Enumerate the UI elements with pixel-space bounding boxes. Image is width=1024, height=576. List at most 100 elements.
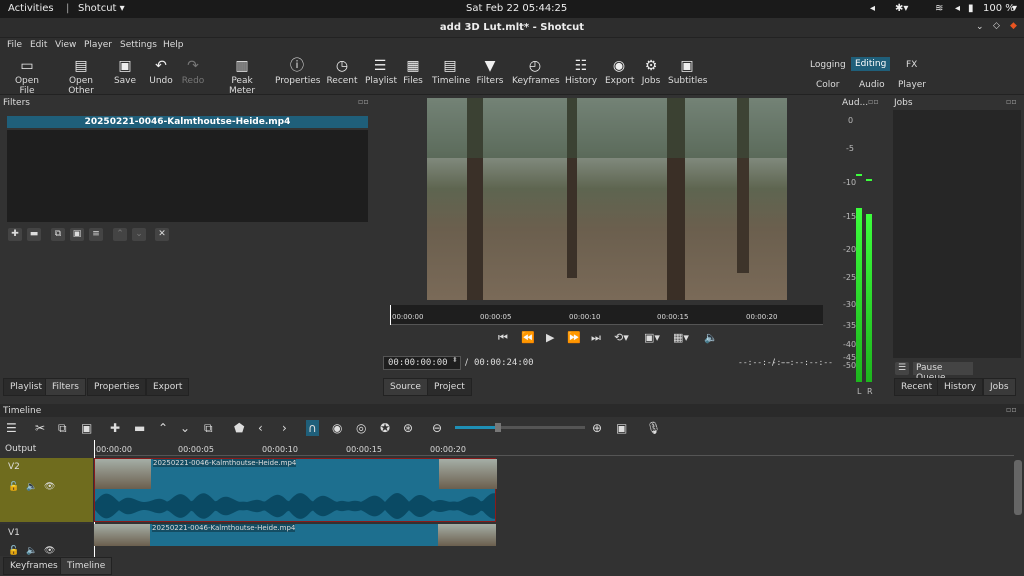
- tab-filters[interactable]: Filters: [45, 378, 86, 396]
- player-scrubber[interactable]: 00:00:00 00:00:05 00:00:10 00:00:15 00:0…: [390, 305, 823, 325]
- tab-playlist[interactable]: Playlist: [3, 378, 49, 396]
- tab-recent[interactable]: Recent: [894, 378, 940, 396]
- redo-button[interactable]: ↷ Redo: [180, 56, 206, 86]
- workspace-logging[interactable]: Logging: [806, 58, 850, 72]
- accessibility-icon[interactable]: ✱▾: [895, 3, 908, 14]
- deselect-filter-button[interactable]: ✕: [155, 228, 169, 241]
- tab-source[interactable]: Source: [383, 378, 428, 396]
- copy-icon[interactable]: ⧉: [58, 420, 67, 436]
- lock-icon[interactable]: 🔓: [8, 546, 19, 556]
- timeline-float-close-icon[interactable]: ▫▫: [1006, 405, 1017, 414]
- tab-project[interactable]: Project: [427, 378, 472, 396]
- menu-edit[interactable]: Edit: [30, 40, 47, 50]
- ripple-icon[interactable]: ◎: [356, 420, 366, 436]
- volume-button[interactable]: 🔈: [704, 331, 718, 344]
- position-spinner-icon[interactable]: ⬍: [452, 356, 458, 364]
- jobs-panel-float-close-icon[interactable]: ▫▫: [1006, 97, 1017, 106]
- battery-icon[interactable]: ▮: [968, 3, 974, 14]
- tab-properties[interactable]: Properties: [87, 378, 147, 396]
- volume-icon[interactable]: ◂: [870, 3, 875, 14]
- remove-filter-button[interactable]: ▬: [27, 228, 41, 241]
- clock[interactable]: Sat Feb 22 05:44:25: [466, 3, 567, 14]
- jobs-button[interactable]: ⚙ Jobs: [640, 56, 662, 86]
- workspace-editing[interactable]: Editing: [851, 57, 891, 71]
- audio-panel-float-close-icon[interactable]: ▫▫: [868, 97, 879, 106]
- eye-icon[interactable]: 👁: [44, 482, 55, 492]
- zoom-out-icon[interactable]: ⊖: [432, 420, 442, 436]
- track-header-v2[interactable]: V2 🔓 🔈 👁: [0, 458, 93, 522]
- workspace-color[interactable]: Color: [812, 78, 844, 92]
- mute-icon[interactable]: 🔈: [26, 482, 37, 492]
- open-other-button[interactable]: ▤ Open Other: [55, 56, 107, 96]
- move-up-button[interactable]: ⌃: [113, 228, 127, 241]
- copy-filter-button[interactable]: ⧉: [51, 228, 65, 241]
- zoom-fit-icon[interactable]: ▣: [616, 420, 627, 436]
- append-icon[interactable]: ✚: [110, 420, 120, 436]
- lock-icon[interactable]: 🔓: [8, 482, 19, 492]
- save-preset-button[interactable]: ≡: [89, 228, 103, 241]
- cut-icon[interactable]: ✂: [35, 420, 45, 436]
- skip-end-button[interactable]: ⏭: [591, 331, 601, 345]
- minimize-icon[interactable]: ⌄: [976, 22, 984, 32]
- filter-list[interactable]: [7, 130, 368, 222]
- zoom-in-icon[interactable]: ⊕: [592, 420, 602, 436]
- keyframes-button[interactable]: ◴ Keyframes: [512, 56, 560, 86]
- tab-export[interactable]: Export: [146, 378, 190, 396]
- tab-jobs[interactable]: Jobs: [983, 378, 1016, 396]
- ripple-markers-icon[interactable]: ⊛: [403, 420, 413, 436]
- undo-button[interactable]: ↶ Undo: [148, 56, 174, 86]
- clip-v2[interactable]: 20250221-0046-Kalmthoutse-Heide.mp4: [94, 458, 497, 522]
- loop-button[interactable]: ⟲▾: [614, 331, 629, 344]
- marker-icon[interactable]: ⬟: [234, 420, 244, 436]
- move-down-button[interactable]: ⌄: [132, 228, 146, 241]
- timeline-button[interactable]: ▤ Timeline: [432, 56, 470, 86]
- play-button[interactable]: ▶: [546, 331, 554, 344]
- menu-settings[interactable]: Settings: [120, 40, 157, 50]
- rewind-button[interactable]: ⏪: [521, 331, 535, 344]
- subtitles-button[interactable]: ▣ Subtitles: [668, 56, 707, 86]
- menu-file[interactable]: File: [7, 40, 22, 50]
- sound-icon[interactable]: ◂: [955, 3, 960, 14]
- workspace-fx[interactable]: FX: [902, 58, 921, 72]
- track-header-v1[interactable]: V1 🔓 🔈 👁: [0, 524, 93, 556]
- split-icon[interactable]: ⧉: [204, 420, 213, 436]
- history-button[interactable]: ☷ History: [565, 56, 597, 86]
- video-preview[interactable]: [427, 98, 787, 300]
- add-filter-button[interactable]: ✚: [8, 228, 22, 241]
- mute-icon[interactable]: 🔈: [26, 546, 37, 556]
- close-icon[interactable]: ◆: [1010, 21, 1017, 31]
- tab-timeline[interactable]: Timeline: [60, 557, 113, 575]
- open-file-button[interactable]: ▭ Open File: [7, 56, 47, 96]
- timeline-menu-icon[interactable]: ☰: [6, 420, 17, 436]
- zoom-button[interactable]: ▣▾: [644, 331, 660, 344]
- jobs-menu-icon[interactable]: ☰: [895, 362, 909, 375]
- fast-forward-button[interactable]: ⏩: [567, 331, 581, 344]
- timeline-vertical-scrollbar[interactable]: [1014, 460, 1022, 515]
- zoom-slider[interactable]: [455, 423, 585, 432]
- skip-start-button[interactable]: ⏮: [498, 331, 508, 345]
- tab-keyframes[interactable]: Keyframes: [3, 557, 65, 575]
- timeline-ruler[interactable]: 00:00:00 00:00:05 00:00:10 00:00:15 00:0…: [94, 440, 1014, 560]
- position-field[interactable]: 00:00:00:00: [383, 356, 461, 370]
- export-button[interactable]: ◉ Export: [605, 56, 634, 86]
- jobs-list[interactable]: [893, 110, 1021, 358]
- network-icon[interactable]: ≋: [935, 3, 943, 14]
- menu-player[interactable]: Player: [84, 40, 112, 50]
- properties-button[interactable]: ⓘ Properties: [275, 56, 320, 86]
- maximize-icon[interactable]: ◇: [993, 21, 1000, 31]
- paste-filter-button[interactable]: ▣: [70, 228, 84, 241]
- system-menu-icon[interactable]: ▾: [1012, 3, 1017, 14]
- app-menu-button[interactable]: Shotcut ▾: [78, 3, 125, 14]
- playhead[interactable]: [390, 305, 391, 325]
- record-audio-icon[interactable]: 🎙: [646, 420, 661, 436]
- menu-help[interactable]: Help: [163, 40, 184, 50]
- peak-meter-button[interactable]: ▥ Peak Meter: [218, 56, 266, 96]
- workspace-audio[interactable]: Audio: [855, 78, 889, 92]
- save-button[interactable]: ▣ Save: [113, 56, 137, 86]
- ripple-delete-icon[interactable]: ▬: [134, 420, 145, 436]
- next-marker-icon[interactable]: ›: [282, 420, 287, 436]
- recent-button[interactable]: ◷ Recent: [326, 56, 358, 86]
- panel-float-close-icon[interactable]: ▫▫: [358, 97, 369, 106]
- activities-button[interactable]: Activities: [8, 3, 54, 14]
- pause-queue-button[interactable]: Pause Queue: [913, 362, 973, 383]
